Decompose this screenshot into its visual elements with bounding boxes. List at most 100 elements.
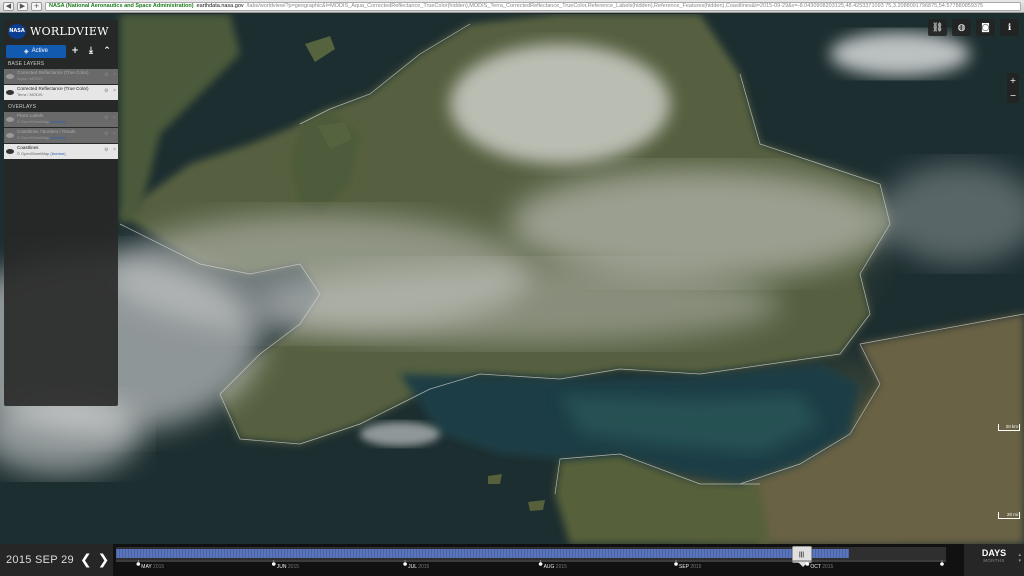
timeline-zoom-level: DAYS <box>981 548 1007 558</box>
land-isle-of-man <box>305 36 335 62</box>
timeline-zoom[interactable]: DAYS MONTHS ▴ ▾ <box>964 544 1024 576</box>
url-host: earthdata.nasa.gov <box>196 3 244 9</box>
app-title: WORLDVIEW <box>30 24 109 38</box>
layer-row[interactable]: Coastlines © OpenStreetMap (license) ⚙ × <box>4 144 118 159</box>
layer-source-text: © OpenStreetMap <box>17 118 50 124</box>
globe-icon[interactable]: ◍ <box>952 19 971 36</box>
zoom-out-button[interactable]: − <box>1007 88 1019 103</box>
remove-layer-icon[interactable]: × <box>113 147 116 153</box>
nasa-logo: NASA <box>8 23 26 39</box>
layers-icon: ◈ <box>24 48 29 55</box>
forward-button[interactable]: ▶ <box>17 1 28 11</box>
remove-layer-icon[interactable]: × <box>113 115 116 121</box>
collapse-icon[interactable]: ⌃ <box>100 45 114 58</box>
cloud-band <box>830 32 970 76</box>
layer-settings-icon[interactable]: ⚙ <box>104 115 108 121</box>
month-label: MAY 2015 <box>141 564 164 570</box>
current-date[interactable]: 2015 SEP 29 <box>6 554 74 566</box>
base-layers-heading: BASE LAYERS <box>8 61 45 67</box>
land-channel-island <box>488 474 502 484</box>
month-label: JUL 2015 <box>408 564 429 570</box>
layer-settings-icon[interactable]: ⚙ <box>104 131 108 137</box>
month-year: 2015 <box>286 564 300 570</box>
month-tick[interactable] <box>403 562 407 566</box>
scale-label-km: 20 km <box>1005 424 1018 429</box>
scale-label-mi: 20 mi <box>1006 512 1018 517</box>
timeline-zoom-sub: MONTHS <box>983 558 1005 563</box>
panel-tabs: ◈ Active + ⤓ ⌃ <box>4 44 118 58</box>
layer-controls: ⚙ × <box>104 115 116 121</box>
cloud-band <box>360 422 440 446</box>
layer-controls: ⚙ × <box>104 147 116 153</box>
layer-source-text: © OpenStreetMap <box>17 134 50 140</box>
timeline-band[interactable]: ||| <box>116 546 946 567</box>
month-tick[interactable] <box>271 562 276 566</box>
month-label: OCT 2015 <box>810 564 833 570</box>
land-channel-island <box>528 500 545 511</box>
month-name: JUN <box>276 564 287 570</box>
tab-active[interactable]: ◈ Active <box>6 44 66 58</box>
layer-controls: ⚙ × <box>104 131 116 137</box>
month-name: AUG <box>543 564 555 570</box>
site-identity: NASA (National Aeronautics and Space Adm… <box>49 3 194 9</box>
zoom-in-button[interactable]: + <box>1007 73 1019 88</box>
timeline-data-coverage <box>116 549 850 558</box>
month-tick[interactable] <box>805 562 810 566</box>
add-tab-button[interactable]: + <box>31 1 42 11</box>
month-name: JUL <box>408 564 417 570</box>
map-tools: ⛓ ◍ ◙ ℹ <box>928 19 1019 36</box>
visibility-eye-icon[interactable] <box>6 149 14 154</box>
month-year: 2015 <box>151 564 165 570</box>
layer-source: Terra / MODIS <box>17 92 101 97</box>
back-button[interactable]: ◀ <box>3 1 14 11</box>
info-icon[interactable]: ℹ <box>1000 19 1019 36</box>
remove-layer-icon[interactable]: × <box>113 88 116 94</box>
layer-row[interactable]: Coastlines / Borders / Roads © OpenStreet… <box>4 128 118 143</box>
layer-source: Aqua / MODIS <box>17 76 101 81</box>
month-label: AUG 2015 <box>544 564 567 570</box>
remove-layer-icon[interactable]: × <box>113 72 116 78</box>
timeline-axis: MAY 2015 JUN 2015 JUL 2015 AUG 2015 SEP 2015… <box>116 560 946 574</box>
layer-row[interactable]: Corrected Reflectance (True Color) Terra … <box>4 85 118 100</box>
cloud-band <box>880 164 1024 264</box>
scale-bar: 20 km 20 mi <box>972 424 1020 524</box>
license-link[interactable]: (license) <box>50 119 65 124</box>
month-tick[interactable] <box>136 562 141 566</box>
month-tick[interactable] <box>940 562 944 566</box>
month-name: MAY <box>141 564 152 570</box>
link-icon[interactable]: ⛓ <box>928 19 947 36</box>
license-link[interactable]: (license) <box>50 135 65 140</box>
visibility-eye-icon[interactable] <box>6 90 14 95</box>
zoom-toggle-icon[interactable]: ▴ ▾ <box>1018 552 1021 564</box>
overlays-heading: OVERLAYS <box>8 104 37 110</box>
browser-toolbar: ◀ ▶ + NASA (National Aeronautics and Spa… <box>0 0 1024 13</box>
license-link[interactable]: (license) <box>50 151 65 156</box>
layer-text: Corrected Reflectance (True Color) Aqua /… <box>17 70 101 81</box>
cloud-band <box>510 169 890 279</box>
layer-settings-icon[interactable]: ⚙ <box>104 88 108 94</box>
visibility-eye-icon[interactable] <box>6 133 14 138</box>
satellite-map[interactable] <box>0 14 1024 544</box>
layer-source-text: Terra / MODIS <box>17 91 43 97</box>
layer-source: © OpenStreetMap (license) <box>17 135 101 140</box>
layer-row[interactable]: Place Labels © OpenStreetMap (license) ⚙ × <box>4 112 118 127</box>
layer-settings-icon[interactable]: ⚙ <box>104 147 108 153</box>
layer-row[interactable]: Corrected Reflectance (True Color) Aqua /… <box>4 69 118 84</box>
camera-icon[interactable]: ◙ <box>976 19 995 36</box>
month-tick[interactable] <box>674 562 678 566</box>
prev-day-icon[interactable]: ❮ <box>80 552 92 568</box>
layer-source: © OpenStreetMap (license) <box>17 151 101 156</box>
address-bar[interactable]: NASA (National Aeronautics and Space Adm… <box>45 1 1021 11</box>
cloud-band <box>260 264 780 344</box>
add-layers-icon[interactable]: + <box>68 45 82 58</box>
visibility-eye-icon[interactable] <box>6 117 14 122</box>
visibility-eye-icon[interactable] <box>6 74 14 79</box>
download-icon[interactable]: ⤓ <box>84 45 98 58</box>
next-day-icon[interactable]: ❯ <box>98 552 110 568</box>
remove-layer-icon[interactable]: × <box>113 131 116 137</box>
base-layers-list: Corrected Reflectance (True Color) Aqua /… <box>4 69 118 100</box>
month-tick[interactable] <box>538 562 543 566</box>
url-path: /labs/worldview/?p=geographic&l=MODIS_Aq… <box>246 3 984 9</box>
map-imagery <box>0 14 1024 544</box>
layer-settings-icon[interactable]: ⚙ <box>104 72 108 78</box>
